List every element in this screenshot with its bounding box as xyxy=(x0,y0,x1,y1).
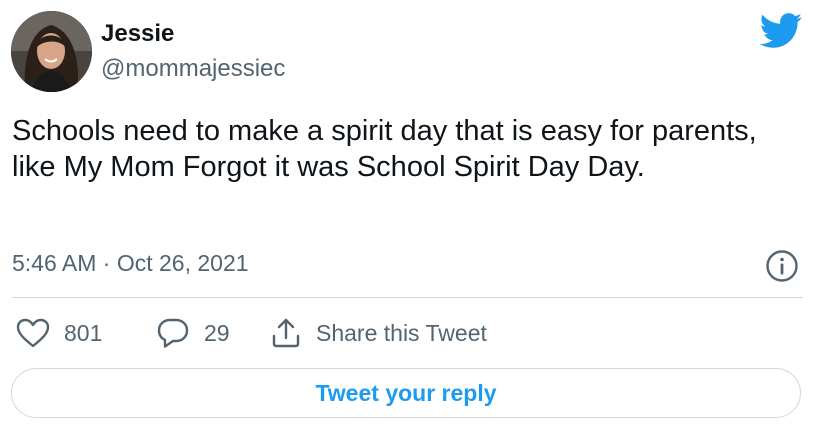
share-tweet-button[interactable]: Share this Tweet xyxy=(270,315,487,351)
heart-icon xyxy=(16,318,50,348)
divider xyxy=(12,297,803,298)
author-name[interactable]: Jessie xyxy=(101,19,174,49)
avatar-photo xyxy=(11,11,92,92)
author-handle[interactable]: @mommajessiec xyxy=(101,54,285,84)
reply-button-icon[interactable]: 29 xyxy=(156,315,230,351)
avatar[interactable] xyxy=(11,11,92,92)
tweet-card: Jessie @mommajessiec Schools need to mak… xyxy=(0,0,826,432)
speech-bubble-icon xyxy=(157,318,189,348)
tweet-timestamp[interactable]: 5:46 AM · Oct 26, 2021 xyxy=(12,248,249,278)
info-icon[interactable] xyxy=(764,248,800,284)
tweet-your-reply-button[interactable]: Tweet your reply xyxy=(11,368,801,418)
tweet-text: Schools need to make a spirit day that i… xyxy=(12,115,757,183)
share-upload-icon xyxy=(272,318,300,348)
twitter-bird-icon[interactable] xyxy=(759,13,803,49)
reply-button-label: Tweet your reply xyxy=(315,379,497,406)
share-label: Share this Tweet xyxy=(316,319,487,346)
like-button[interactable]: 801 xyxy=(16,315,102,351)
reply-count: 29 xyxy=(204,319,230,346)
like-count: 801 xyxy=(64,319,103,346)
